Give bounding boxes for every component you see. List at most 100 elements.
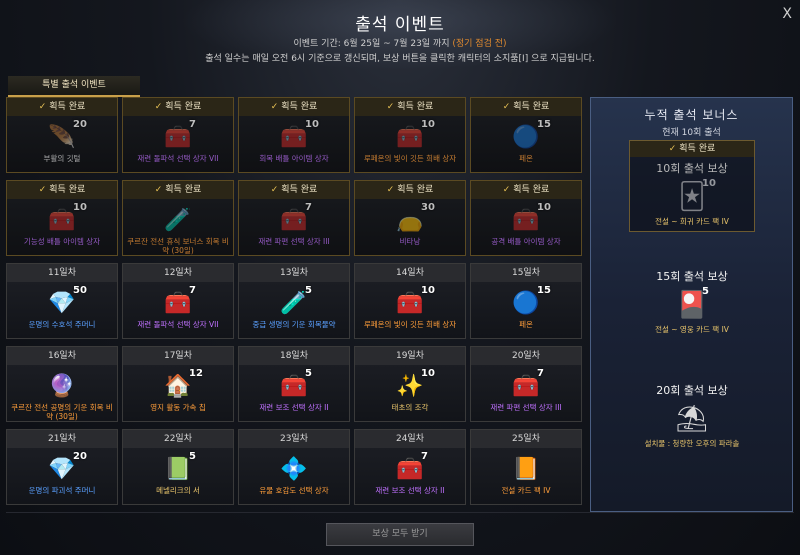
day-reward-cell[interactable]: 11일차 💎 50 운명의 수호석 주머니 bbox=[6, 263, 118, 339]
day-reward-cell[interactable]: ✓ 획득 완료 🧰 10 회복 배틀 아이템 상자 bbox=[238, 97, 350, 173]
reward-name: 태초의 조각 bbox=[391, 403, 429, 412]
reward-body: 🔮 쿠르잔 전선 공명의 기운 회복 비약 (30일) bbox=[7, 365, 117, 421]
day-reward-cell[interactable]: 20일차 🧰 7 재련 파편 선택 상자 III bbox=[470, 346, 582, 422]
parasol-icon: ⛱ bbox=[675, 404, 709, 434]
day-reward-cell[interactable]: ✓ 획득 완료 🧰 7 재련 파편 선택 상자 III bbox=[238, 180, 350, 256]
day-reward-cell[interactable]: 14일차 🧰 10 루페온의 빛이 깃든 희배 상자 bbox=[354, 263, 466, 339]
day-reward-cell[interactable]: 12일차 🧰 7 재련 돌파석 선택 상자 VII bbox=[122, 263, 234, 339]
cumulative-reward[interactable]: 20회 출석 보상 ⛱ 설치물 : 청량한 오후의 파라솔 bbox=[629, 382, 755, 453]
day-label-text: 획득 완료 bbox=[281, 185, 318, 195]
day-reward-cell[interactable]: 22일차 📗 5 메넬리크의 서 bbox=[122, 429, 234, 505]
reward-quantity: 7 bbox=[189, 119, 196, 130]
reward-name: 쿠르잔 전선 공명의 기운 회복 비약 (30일) bbox=[11, 403, 113, 421]
reward-name: 재련 보조 선택 상자 II bbox=[375, 486, 445, 495]
day-reward-cell[interactable]: 15일차 🔵 15 페온 bbox=[470, 263, 582, 339]
reward-name: 기능성 배틀 아이템 상자 bbox=[23, 237, 101, 246]
day-label-text: 12일차 bbox=[163, 268, 192, 278]
day-reward-cell[interactable]: 24일차 🧰 7 재련 보조 선택 상자 II bbox=[354, 429, 466, 505]
day-reward-cell[interactable]: 25일차 📙 전설 카드 팩 IV bbox=[470, 429, 582, 505]
day-label-text: 21일차 bbox=[47, 434, 76, 444]
reward-name: 설치물 : 청량한 오후의 파라솔 bbox=[644, 439, 740, 448]
day-reward-cell[interactable]: 16일차 🔮 쿠르잔 전선 공명의 기운 회복 비약 (30일) bbox=[6, 346, 118, 422]
check-icon: ✓ bbox=[38, 102, 47, 112]
claimed-status: ✓ 획득 완료 bbox=[7, 181, 117, 199]
day-reward-cell[interactable]: ✓ 획득 완료 👝 30 비타낭 bbox=[354, 180, 466, 256]
event-window: 출석 이벤트 이벤트 기간: 6월 25일 ~ 7월 23일 까지 (정기 점검… bbox=[0, 0, 800, 555]
reward-name: 전설 ~ 희귀 카드 팩 IV bbox=[655, 217, 729, 226]
reward-quantity: 10 bbox=[702, 178, 716, 189]
day-label-text: 획득 완료 bbox=[513, 185, 550, 195]
day-reward-cell[interactable]: ✓ 획득 완료 🧪 쿠르잔 전선 휴식 보너스 회복 비약 (30일) bbox=[122, 180, 234, 256]
reward-name: 메넬리크의 서 bbox=[156, 486, 200, 495]
reward-name: 공격 배틀 아이템 상자 bbox=[491, 237, 561, 246]
reward-body: 🧰 7 재련 파편 선택 상자 III bbox=[239, 199, 349, 255]
reward-body: 🧰 10 루페온의 빛이 깃든 희배 상자 bbox=[355, 282, 465, 338]
claimed-status-text: 획득 완료 bbox=[679, 144, 716, 154]
cumulative-bonus-panel: 누적 출석 보너스 현재 10회 출석 ✓ 획득 완료 10회 출석 보상 🃏 10 전설… bbox=[590, 97, 793, 512]
reward-body: 💠 유물 호감도 선택 상자 bbox=[239, 448, 349, 504]
day-reward-cell[interactable]: ✓ 획득 완료 🧰 10 루페온의 빛이 깃든 희배 상자 bbox=[354, 97, 466, 173]
day-reward-cell[interactable]: ✓ 획득 완료 🧰 7 재련 돌파석 선택 상자 VII bbox=[122, 97, 234, 173]
cumulative-reward[interactable]: ✓ 획득 완료 10회 출석 보상 🃏 10 전설 ~ 희귀 카드 팩 IV bbox=[629, 140, 755, 232]
day-reward-cell[interactable]: ✓ 획득 완료 🪶 20 부활의 깃털 bbox=[6, 97, 118, 173]
check-icon: ✓ bbox=[38, 185, 47, 195]
claimed-status: ✓ 획득 완료 bbox=[7, 98, 117, 116]
claimed-status: ✓ 획득 완료 bbox=[471, 181, 581, 199]
check-icon: ✓ bbox=[154, 185, 163, 195]
day-reward-cell[interactable]: 21일차 💎 20 운명의 파괴석 주머니 bbox=[6, 429, 118, 505]
reward-body: 📙 전설 카드 팩 IV bbox=[471, 448, 581, 504]
check-icon: ✓ bbox=[154, 102, 163, 112]
day-label-text: 16일차 bbox=[47, 351, 76, 361]
reward-name: 재련 파편 선택 상자 III bbox=[258, 237, 330, 246]
reward-body: 🧰 7 재련 파편 선택 상자 III bbox=[471, 365, 581, 421]
cumulative-reward-title: 20회 출석 보상 bbox=[656, 384, 728, 397]
reward-body: 🧰 7 재련 돌파석 선택 상자 VII bbox=[123, 282, 233, 338]
claimed-status: ✓ 획득 완료 bbox=[471, 98, 581, 116]
reward-name: 부활의 깃털 bbox=[43, 154, 81, 163]
reward-name: 전설 ~ 영웅 카드 팩 IV bbox=[655, 325, 729, 334]
day-reward-cell[interactable]: 19일차 ✨ 10 태초의 조각 bbox=[354, 346, 466, 422]
day-reward-cell[interactable]: 18일차 🧰 5 재련 보조 선택 상자 II bbox=[238, 346, 350, 422]
tab-special-attendance[interactable]: 특별 출석 이벤트 bbox=[8, 76, 140, 97]
day-label: 24일차 bbox=[355, 430, 465, 448]
check-icon: ✓ bbox=[502, 102, 511, 112]
cumulative-reward[interactable]: 15회 출석 보상 🎴 5 전설 ~ 영웅 카드 팩 IV bbox=[629, 268, 755, 339]
reward-name: 루페온의 빛이 깃든 희배 상자 bbox=[363, 154, 457, 163]
claim-all-button[interactable]: 보상 모두 받기 bbox=[326, 523, 474, 546]
reward-body: 🧰 10 회복 배틀 아이템 상자 bbox=[239, 116, 349, 172]
reward-body: 🔵 15 페온 bbox=[471, 116, 581, 172]
reward-name: 영지 활동 가속 칩 bbox=[150, 403, 206, 412]
potion-icon: 🔮 bbox=[48, 373, 76, 399]
day-reward-cell[interactable]: 23일차 💠 유물 호감도 선택 상자 bbox=[238, 429, 350, 505]
check-icon: ✓ bbox=[386, 102, 395, 112]
close-icon[interactable]: X bbox=[782, 6, 792, 22]
reward-body: 🧰 5 재련 보조 선택 상자 II bbox=[239, 365, 349, 421]
cumulative-reward-title: 15회 출석 보상 bbox=[656, 270, 728, 283]
day-reward-cell[interactable]: 17일차 🏠 12 영지 활동 가속 칩 bbox=[122, 346, 234, 422]
reward-name: 중급 생명의 기운 회복물약 bbox=[252, 320, 336, 329]
day-label-text: 18일차 bbox=[279, 351, 308, 361]
reward-quantity: 5 bbox=[305, 285, 312, 296]
day-reward-cell[interactable]: 13일차 🧪 5 중급 생명의 기운 회복물약 bbox=[238, 263, 350, 339]
reward-quantity: 7 bbox=[189, 285, 196, 296]
day-reward-cell[interactable]: ✓ 획득 완료 🔵 15 페온 bbox=[470, 97, 582, 173]
day-label-text: 23일차 bbox=[279, 434, 308, 444]
cumulative-reward-title: 10회 출석 보상 bbox=[656, 162, 728, 175]
day-label: 13일차 bbox=[239, 264, 349, 282]
day-label-text: 획득 완료 bbox=[165, 185, 202, 195]
day-label-text: 22일차 bbox=[163, 434, 192, 444]
claimed-status: ✓ 획득 완료 bbox=[123, 98, 233, 116]
reward-name: 페온 bbox=[519, 320, 533, 329]
day-label: 18일차 bbox=[239, 347, 349, 365]
day-label: 20일차 bbox=[471, 347, 581, 365]
reward-name: 유물 호감도 선택 상자 bbox=[259, 486, 329, 495]
day-label: 16일차 bbox=[7, 347, 117, 365]
reward-quantity: 7 bbox=[305, 202, 312, 213]
day-label: 14일차 bbox=[355, 264, 465, 282]
day-reward-cell[interactable]: ✓ 획득 완료 🧰 10 기능성 배틀 아이템 상자 bbox=[6, 180, 118, 256]
day-label-text: 획득 완료 bbox=[397, 185, 434, 195]
day-reward-cell[interactable]: ✓ 획득 완료 🧰 10 공격 배틀 아이템 상자 bbox=[470, 180, 582, 256]
day-label: 19일차 bbox=[355, 347, 465, 365]
check-icon: ✓ bbox=[270, 185, 279, 195]
claimed-status: ✓ 획득 완료 bbox=[239, 181, 349, 199]
